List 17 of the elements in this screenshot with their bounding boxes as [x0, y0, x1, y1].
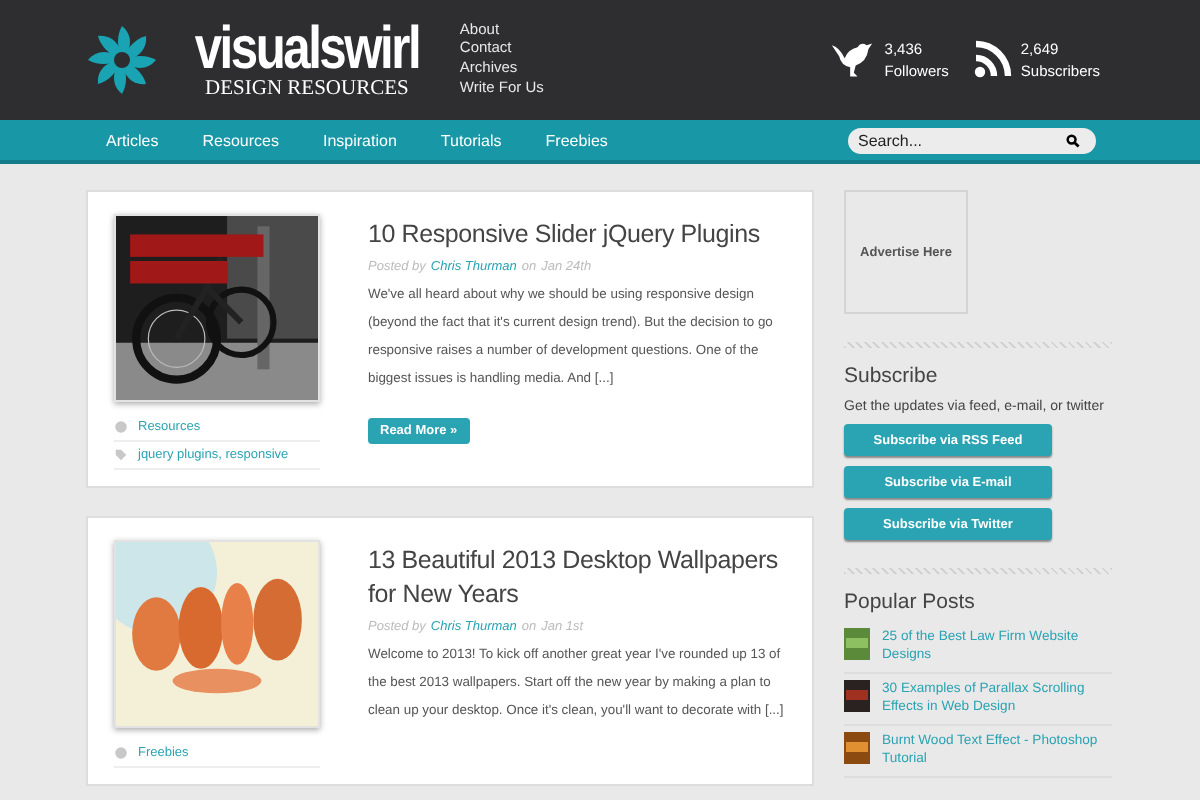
- tag-icon: [114, 448, 128, 462]
- swirl-logo-icon: [86, 24, 158, 96]
- bird-icon[interactable]: [828, 38, 877, 82]
- post-title[interactable]: 13 Beautiful 2013 Desktop Wallpapers for New Years: [368, 544, 794, 612]
- nav-link[interactable]: Freebies: [545, 131, 608, 149]
- post-title[interactable]: 10 Responsive Slider jQuery Plugins: [368, 218, 794, 252]
- nav-link[interactable]: Resources: [202, 131, 279, 149]
- search-icon[interactable]: [1066, 133, 1080, 147]
- logo-name[interactable]: visualswirl: [194, 21, 420, 77]
- nav-link[interactable]: Articles: [106, 131, 159, 149]
- nav-link[interactable]: Tutorials: [440, 131, 502, 149]
- popular-heading: Popular Posts: [844, 590, 977, 614]
- subscribe-heading: Subscribe: [844, 364, 940, 388]
- logo-tagline: DESIGN RESOURCES: [205, 77, 409, 99]
- search-field[interactable]: Search...: [848, 127, 1096, 153]
- rss-icon[interactable]: [972, 40, 1013, 80]
- nav-link[interactable]: Inspiration: [322, 131, 397, 149]
